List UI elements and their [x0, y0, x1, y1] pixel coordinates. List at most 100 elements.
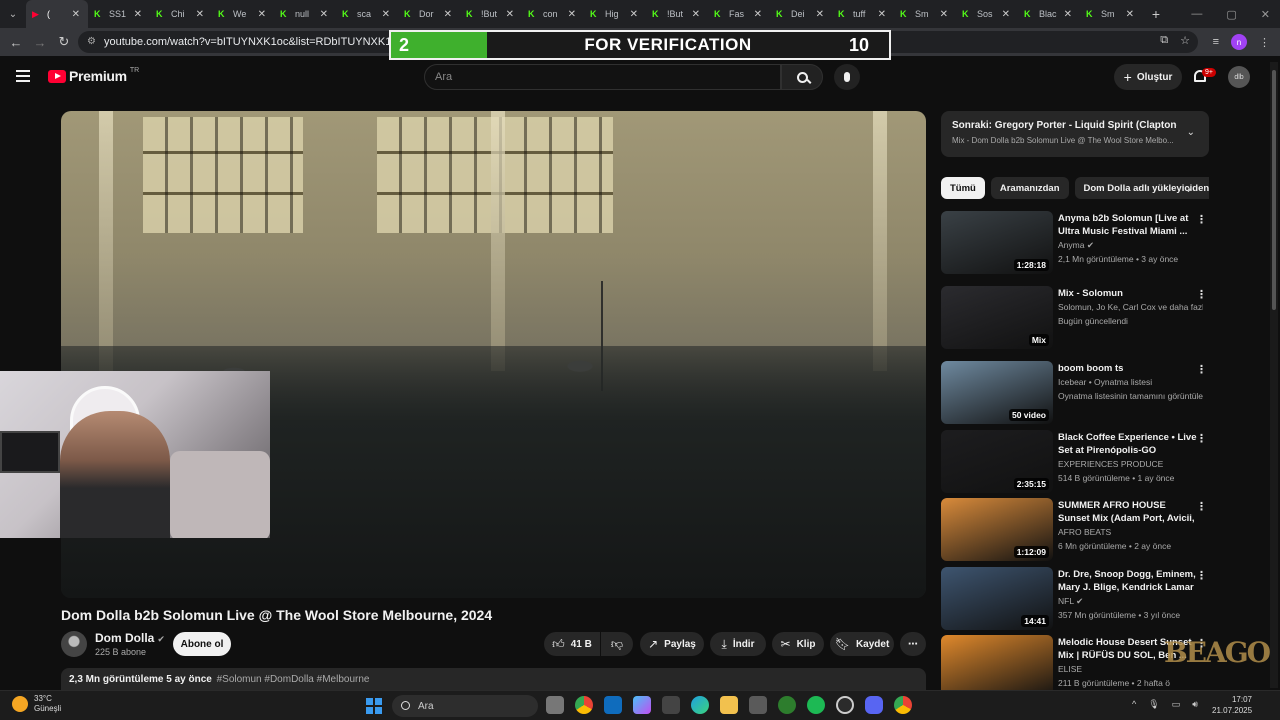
- recommended-channel[interactable]: EXPERIENCES PRODUCE: [1058, 459, 1203, 469]
- create-button[interactable]: + Oluştur: [1114, 64, 1182, 90]
- browser-tab[interactable]: K SS1 ✕: [88, 0, 150, 28]
- tab-close-icon[interactable]: ✕: [878, 9, 886, 20]
- chrome-profile-icon[interactable]: [894, 696, 912, 714]
- chrome-icon[interactable]: [575, 696, 593, 714]
- recommended-title[interactable]: boom boom ts: [1058, 362, 1198, 375]
- minimize-icon[interactable]: —: [1191, 8, 1202, 20]
- share-button[interactable]: ↗ Paylaş: [640, 632, 704, 656]
- edge-icon[interactable]: [691, 696, 709, 714]
- chevron-right-icon[interactable]: ›: [1187, 182, 1191, 196]
- browser-tab[interactable]: Ksca ✕: [336, 0, 398, 28]
- reload-icon[interactable]: ↻: [52, 34, 76, 50]
- channel-name-link[interactable]: Dom Dolla ✔: [95, 631, 165, 645]
- browser-tab[interactable]: K Blac ✕: [1018, 0, 1080, 28]
- browser-tab[interactable]: Ktuff ✕: [832, 0, 894, 28]
- description-box[interactable]: 2,3 Mn görüntüleme 5 ay önce #Solomun #D…: [61, 668, 926, 690]
- obs-icon[interactable]: [836, 696, 854, 714]
- more-vertical-icon[interactable]: ⋮: [1196, 500, 1207, 513]
- new-tab-button[interactable]: +: [1142, 6, 1170, 22]
- tab-close-icon[interactable]: ✕: [754, 9, 762, 20]
- tab-close-icon[interactable]: ✕: [1002, 9, 1010, 20]
- more-actions-button[interactable]: ⋯: [900, 632, 926, 656]
- account-avatar[interactable]: dlb: [1228, 66, 1250, 88]
- recommended-video[interactable]: Mix Mix - Solomun Solomun, Jo Ke, Carl Cox…: [941, 286, 1209, 350]
- channel-avatar[interactable]: [61, 631, 87, 657]
- recommended-video[interactable]: 1:28:18 Anyma b2b Solomun [Live at Ultra …: [941, 211, 1209, 275]
- tray-mic-icon[interactable]: 🎙︎: [1148, 699, 1159, 710]
- clip-button[interactable]: ✂ Klip: [772, 632, 824, 656]
- recommended-title[interactable]: Black Coffee Experience • Live Set at Pi…: [1058, 431, 1198, 457]
- tab-search-icon[interactable]: ⌄: [0, 0, 26, 28]
- browser-tab[interactable]: ▶ (✕: [26, 0, 88, 28]
- search-button[interactable]: [781, 64, 823, 90]
- browser-tab[interactable]: Kcon ✕: [522, 0, 584, 28]
- video-thumbnail[interactable]: 1:12:09: [941, 498, 1053, 561]
- media-controls-icon[interactable]: ≡: [1213, 36, 1219, 48]
- file-explorer-icon[interactable]: [720, 696, 738, 714]
- more-vertical-icon[interactable]: ⋮: [1196, 363, 1207, 376]
- tab-close-icon[interactable]: ✕: [816, 9, 824, 20]
- cast-icon[interactable]: ⧉: [1160, 34, 1168, 47]
- discord-icon[interactable]: [865, 696, 883, 714]
- video-thumbnail[interactable]: 1:28:18: [941, 211, 1053, 274]
- windows-start-icon[interactable]: [366, 698, 382, 714]
- copilot-icon[interactable]: [633, 696, 651, 714]
- weather-widget[interactable]: 33°C Güneşli: [12, 694, 61, 714]
- close-window-icon[interactable]: ✕: [1261, 8, 1270, 21]
- spotify-icon[interactable]: [807, 696, 825, 714]
- browser-tab[interactable]: K Fas ✕: [708, 0, 770, 28]
- chevron-down-icon[interactable]: ⌄: [1187, 127, 1195, 138]
- tab-close-icon[interactable]: ✕: [1064, 9, 1072, 20]
- tab-close-icon[interactable]: ✕: [940, 9, 948, 20]
- tab-close-icon[interactable]: ✕: [72, 9, 80, 20]
- more-vertical-icon[interactable]: ⋮: [1196, 432, 1207, 445]
- browser-tab[interactable]: K Sm ✕: [1080, 0, 1142, 28]
- recommended-title[interactable]: SUMMER AFRO HOUSE Sunset Mix (Adam Port,…: [1058, 499, 1198, 525]
- tab-close-icon[interactable]: ✕: [196, 9, 204, 20]
- maximize-icon[interactable]: ▢: [1226, 8, 1236, 21]
- browser-tab[interactable]: K Dei ✕: [770, 0, 832, 28]
- browser-tab[interactable]: K !But ✕: [460, 0, 522, 28]
- display-icon[interactable]: ▭: [1172, 699, 1181, 710]
- profile-avatar[interactable]: n: [1231, 34, 1247, 50]
- browser-menu-icon[interactable]: ⋮: [1259, 36, 1270, 49]
- video-thumbnail[interactable]: 14:41: [941, 567, 1053, 630]
- video-thumbnail[interactable]: Mix: [941, 286, 1053, 349]
- tab-close-icon[interactable]: ✕: [630, 9, 638, 20]
- bookmark-star-icon[interactable]: ☆: [1180, 34, 1190, 47]
- back-icon[interactable]: ←: [4, 35, 28, 50]
- recommended-video[interactable]: 14:41 Dr. Dre, Snoop Dogg, Eminem, Mary J…: [941, 567, 1209, 631]
- more-vertical-icon[interactable]: ⋮: [1196, 569, 1207, 582]
- youtube-premium-logo[interactable]: Premium TR: [48, 67, 139, 84]
- browser-tab[interactable]: K Hig ✕: [584, 0, 646, 28]
- guide-menu-icon[interactable]: [16, 70, 30, 82]
- dislike-button[interactable]: 👎︎: [601, 632, 633, 656]
- up-next-panel[interactable]: Sonraki: Gregory Porter - Liquid Spirit …: [941, 111, 1209, 157]
- taskbar-search[interactable]: Ara: [392, 695, 538, 717]
- search-input[interactable]: Ara: [424, 64, 781, 90]
- browser-tab[interactable]: K Sm ✕: [894, 0, 956, 28]
- browser-tab[interactable]: K Sos ✕: [956, 0, 1018, 28]
- recommended-title[interactable]: Anyma b2b Solomun [Live at Ultra Music F…: [1058, 212, 1198, 238]
- recommended-video[interactable]: 1:12:09 SUMMER AFRO HOUSE Sunset Mix (Ada…: [941, 498, 1209, 562]
- browser-tab[interactable]: Knull ✕: [274, 0, 336, 28]
- browser-tab[interactable]: K We ✕: [212, 0, 274, 28]
- task-view-icon[interactable]: [546, 696, 564, 714]
- browser-tab[interactable]: K Dor ✕: [398, 0, 460, 28]
- tab-close-icon[interactable]: ✕: [506, 9, 514, 20]
- video-thumbnail[interactable]: 2:35:15: [941, 430, 1053, 493]
- recommended-channel[interactable]: Anyma ✔: [1058, 240, 1203, 251]
- browser-tab[interactable]: K !But ✕: [646, 0, 708, 28]
- recommended-title[interactable]: Mix - Solomun: [1058, 287, 1198, 300]
- tab-close-icon[interactable]: ✕: [1126, 9, 1134, 20]
- voice-search-button[interactable]: [834, 64, 860, 90]
- recommended-channel[interactable]: AFRO BEATS: [1058, 527, 1203, 537]
- xbox-icon[interactable]: [778, 696, 796, 714]
- recommended-channel[interactable]: NFL ✔: [1058, 596, 1203, 607]
- video-thumbnail[interactable]: [941, 635, 1053, 698]
- taskbar-clock[interactable]: 17:07 21.07.2025: [1212, 694, 1252, 716]
- outlook-icon[interactable]: [604, 696, 622, 714]
- save-button[interactable]: 🔖︎ Kaydet: [830, 632, 894, 656]
- recommended-channel[interactable]: Icebear • Oynatma listesi: [1058, 377, 1203, 387]
- tab-close-icon[interactable]: ✕: [320, 9, 328, 20]
